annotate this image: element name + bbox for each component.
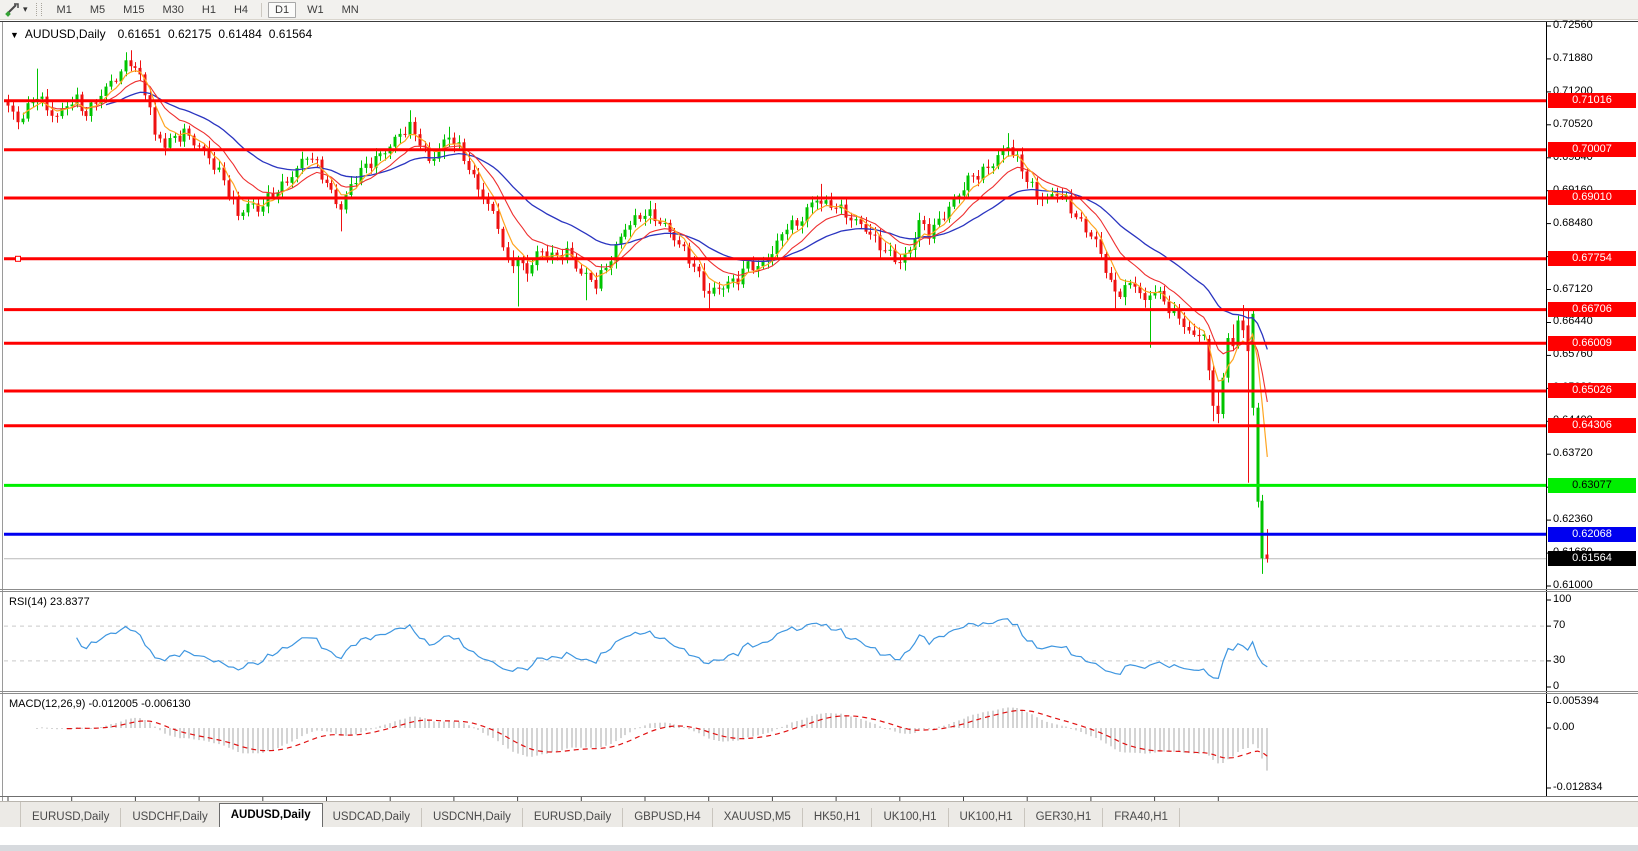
- ohlc-low: 0.61484: [218, 27, 261, 41]
- tab-uk100-h1-10[interactable]: UK100,H1: [949, 808, 1025, 827]
- price-label-0.69010: 0.69010: [1548, 190, 1636, 205]
- rsi-axis-tick: 30: [1553, 654, 1565, 666]
- price-label-0.67754: 0.67754: [1548, 251, 1636, 266]
- toolbar-separator: [261, 3, 262, 17]
- macd-axis-tick: 0.00: [1553, 721, 1574, 733]
- rsi-line: [77, 619, 1268, 679]
- ma-fast-line: [23, 71, 1268, 457]
- macd-axis-tick: -0.012834: [1553, 781, 1603, 793]
- price-axis-tick: 0.68480: [1553, 217, 1593, 229]
- rsi-label: RSI(14) 23.8377: [9, 596, 90, 608]
- price-label-0.65026: 0.65026: [1548, 383, 1636, 398]
- tab-xauusd-m5-7[interactable]: XAUUSD,M5: [713, 808, 803, 827]
- chevron-down-icon[interactable]: ▾: [23, 4, 28, 15]
- price-axis-tick: 0.72560: [1553, 19, 1593, 31]
- price-label-0.63077: 0.63077: [1548, 478, 1636, 493]
- rsi-name: RSI(14): [9, 596, 47, 608]
- timeframe-m5-button[interactable]: M5: [83, 2, 112, 18]
- timeframe-buttons: M1M5M15 M30H1H4 D1W1MN: [48, 2, 368, 18]
- chart-title: ▼ AUDUSD,Daily 0.61651 0.62175 0.61484 0.6156…: [10, 27, 312, 41]
- price-axis-tick: 0.67120: [1553, 283, 1593, 295]
- rsi-axis-tick: 0: [1553, 680, 1559, 692]
- price-axis-tick: 0.62360: [1553, 513, 1593, 525]
- tab-ger30-h1-11[interactable]: GER30,H1: [1025, 808, 1104, 827]
- tab-audusd-daily-2[interactable]: AUDUSD,Daily: [219, 803, 323, 827]
- price-label-0.62068: 0.62068: [1548, 527, 1636, 542]
- tab-eurusd-daily-0[interactable]: EURUSD,Daily: [21, 808, 121, 827]
- price-axis-tick: 0.61000: [1553, 579, 1593, 591]
- timeframe-m1-button[interactable]: M1: [50, 2, 79, 18]
- rsi-axis-tick: 70: [1553, 619, 1565, 631]
- price-label-0.61564: 0.61564: [1548, 551, 1636, 566]
- timeframe-h4-button[interactable]: H4: [227, 2, 255, 18]
- tab-hk50-h1-8[interactable]: HK50,H1: [803, 808, 873, 827]
- tab-fra40-h1-12[interactable]: FRA40,H1: [1103, 808, 1180, 827]
- collapse-arrow-icon[interactable]: ▼: [10, 30, 19, 40]
- timeframe-m15-button[interactable]: M15: [116, 2, 151, 18]
- macd-value: -0.012005: [88, 698, 138, 710]
- price-label-0.70007: 0.70007: [1548, 142, 1636, 157]
- macd-name: MACD(12,26,9): [9, 698, 85, 710]
- ohlc-high: 0.62175: [168, 27, 211, 41]
- tab-usdcnh-daily-4[interactable]: USDCNH,Daily: [422, 808, 523, 827]
- macd-histogram: [37, 708, 1268, 771]
- timeframe-m30-button[interactable]: M30: [156, 2, 191, 18]
- chart-periods-icon[interactable]: [3, 2, 21, 17]
- timeframe-w1-button[interactable]: W1: [300, 2, 331, 18]
- chart-window: ▼ AUDUSD,Daily 0.61651 0.62175 0.61484 0.6156…: [0, 20, 1638, 846]
- price-label-0.64306: 0.64306: [1548, 418, 1636, 433]
- price-axis-tick: 0.63720: [1553, 447, 1593, 459]
- macd-label: MACD(12,26,9) -0.012005 -0.006130: [9, 698, 191, 710]
- timeframe-d1-button[interactable]: D1: [268, 2, 296, 18]
- macd-signal-line: [67, 710, 1268, 758]
- price-axis-tick: 0.66440: [1553, 315, 1593, 327]
- candles: [7, 50, 1269, 574]
- tab-uk100-h1-9[interactable]: UK100,H1: [872, 808, 948, 827]
- rsi-value: 23.8377: [50, 596, 90, 608]
- ohlc-open: 0.61651: [118, 27, 161, 41]
- tab-gbpusd-h4-6[interactable]: GBPUSD,H4: [623, 808, 712, 827]
- timeframe-toolbar: ▾ M1M5M15 M30H1H4 D1W1MN: [0, 0, 1638, 20]
- price-label-0.66706: 0.66706: [1548, 302, 1636, 317]
- tab-usdcad-daily-3[interactable]: USDCAD,Daily: [322, 808, 422, 827]
- timeframe-mn-button[interactable]: MN: [335, 2, 366, 18]
- hline-handle[interactable]: [16, 256, 21, 261]
- tab-usdchf-daily-1[interactable]: USDCHF,Daily: [121, 808, 219, 827]
- macd-signal-value: -0.006130: [141, 698, 191, 710]
- bottom-strip: [0, 845, 1638, 851]
- ohlc-close: 0.61564: [269, 27, 312, 41]
- macd-axis-tick: 0.005394: [1553, 695, 1599, 707]
- toolbar-grip: [36, 3, 42, 16]
- price-label-0.71016: 0.71016: [1548, 93, 1636, 108]
- rsi-axis-tick: 100: [1553, 593, 1571, 605]
- ma-mid-line: [47, 81, 1267, 403]
- price-axis-tick: 0.71880: [1553, 52, 1593, 64]
- symbol-name: AUDUSD,Daily: [25, 27, 106, 41]
- tab-eurusd-daily-5[interactable]: EURUSD,Daily: [523, 808, 623, 827]
- chart-tab-bar: EURUSD,DailyUSDCHF,DailyAUDUSD,DailyUSDC…: [0, 801, 1638, 827]
- price-axis-tick: 0.70520: [1553, 118, 1593, 130]
- timeframe-h1-button[interactable]: H1: [195, 2, 223, 18]
- tabbar-spacer: [0, 802, 21, 827]
- chart-plot[interactable]: [0, 20, 1638, 846]
- price-label-0.66009: 0.66009: [1548, 336, 1636, 351]
